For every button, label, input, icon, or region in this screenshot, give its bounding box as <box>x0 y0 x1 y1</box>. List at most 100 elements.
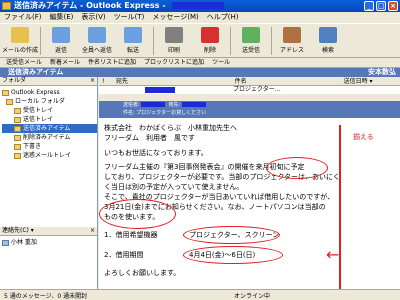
trash-icon <box>14 134 21 141</box>
menu-file[interactable]: ファイル(F) <box>4 12 42 23</box>
col-to[interactable]: 宛先 <box>116 77 235 85</box>
folder-outlook-express[interactable]: Outlook Express <box>2 88 97 97</box>
menu-message[interactable]: メッセージ(M) <box>152 12 198 23</box>
col-sent-date[interactable]: 送信日時 ▾ <box>344 77 400 85</box>
col-priority[interactable]: ! <box>99 77 116 85</box>
compose-label: メールの作成 <box>2 47 39 54</box>
link-bar: 送受信メール 新着メール 件名リストに追加 プロックリストに追加 ツール <box>0 58 400 68</box>
menu-tools[interactable]: ツール(T) <box>114 12 145 23</box>
reply-all-button[interactable]: 全員へ返信 <box>79 24 115 57</box>
link-add-list[interactable]: 件名リストに追加 <box>86 58 138 67</box>
link-tools[interactable]: ツール <box>210 58 232 67</box>
body-line: いつもお世話になっております。 <box>104 149 208 157</box>
reply-label: 返信 <box>54 47 67 54</box>
window-title: 送信済みアイテム - Outlook Express - <box>14 1 166 10</box>
sent-icon <box>14 125 21 132</box>
junk-icon <box>14 152 21 159</box>
redacted-block <box>145 87 175 93</box>
message-subject: プロジェクター… <box>233 86 281 93</box>
toolbar-divider <box>40 27 41 55</box>
circle-annotation <box>266 157 328 179</box>
find-label: 検索 <box>321 47 334 54</box>
preview-from-row: 送信者: 宛先: <box>123 101 400 109</box>
folder-label: 迷惑メールトレイ <box>23 152 72 159</box>
folder-junk[interactable]: 迷惑メールトレイ <box>2 151 97 160</box>
body-line: 1．借用希望機器 <box>104 231 158 239</box>
menu-view[interactable]: 表示(V) <box>81 12 105 23</box>
close-button[interactable]: × <box>388 1 398 11</box>
reply-all-label: 全員へ返信 <box>81 47 112 54</box>
menu-edit[interactable]: 編集(E) <box>50 12 74 23</box>
address-book-label: アドレス <box>279 47 304 54</box>
toolbar-divider <box>230 27 231 55</box>
alignment-line <box>339 125 341 290</box>
redacted-block <box>141 102 166 107</box>
print-icon <box>165 27 183 43</box>
reply-all-icon <box>88 27 106 43</box>
print-button[interactable]: 印刷 <box>156 24 192 57</box>
preview-subject: 件名: プロジェクターお貸しください <box>123 110 207 116</box>
find-button[interactable]: 検索 <box>310 24 346 57</box>
contact-icon <box>2 239 9 246</box>
delete-icon <box>201 27 219 43</box>
folder-label: ローカル フォルダ <box>15 98 65 105</box>
status-online: オンライン中 <box>234 293 271 300</box>
toolbar-divider <box>153 27 154 55</box>
folder-label: 受信トレイ <box>23 107 54 114</box>
folder-local[interactable]: ローカル フォルダ <box>2 97 97 106</box>
col-subject[interactable]: 件名 <box>235 77 344 85</box>
folder-icon <box>6 98 13 105</box>
delete-button[interactable]: 削除 <box>192 24 228 57</box>
folder-label: 送信トレイ <box>23 116 54 123</box>
left-arrow-icon: ← <box>326 245 340 264</box>
body-line: 株式会社 わかばくらぶ 小林重加先生へ <box>104 124 237 132</box>
send-receive-icon <box>242 27 260 43</box>
folder-drafts[interactable]: 下書き <box>2 142 97 151</box>
preview-to-label: 宛先: <box>168 102 181 108</box>
status-count: 5 通のメッセージ、0 通未開封 <box>4 293 88 300</box>
inbox-icon <box>14 107 21 114</box>
folder-pane-header: フォルダ × <box>0 77 97 86</box>
send-receive-label: 送受信 <box>241 47 260 54</box>
send-receive-button[interactable]: 送受信 <box>233 24 269 57</box>
maximize-button[interactable]: □ <box>376 1 386 11</box>
forward-button[interactable]: 転送 <box>115 24 151 57</box>
folder-sent[interactable]: 送信済みアイテム <box>2 124 97 133</box>
preview-from-label: 送信者: <box>123 102 140 108</box>
link-send-receive[interactable]: 送受信メール <box>4 58 44 67</box>
link-block-list[interactable]: プロックリストに追加 <box>142 58 206 67</box>
redacted-block <box>181 102 206 107</box>
circle-annotation <box>183 226 280 244</box>
folder-tree: Outlook Express ローカル フォルダ 受信トレイ 送信トレイ 送信… <box>0 86 97 160</box>
contacts-list: 小林 重加 <box>0 236 97 247</box>
folder-inbox[interactable]: 受信トレイ <box>2 106 97 115</box>
link-new-mail[interactable]: 新着メール <box>48 58 82 67</box>
folder-deleted[interactable]: 削除済みアイテム <box>2 133 97 142</box>
close-icon[interactable]: × <box>90 227 95 235</box>
user-name: 安本数弘 <box>368 68 396 76</box>
minimize-button[interactable]: _ <box>364 1 374 11</box>
outbox-icon <box>14 116 21 123</box>
body-line: よろしくお願いします。 <box>104 269 181 277</box>
print-label: 印刷 <box>167 47 180 54</box>
folder-label: 削除済みアイテム <box>23 134 71 141</box>
menu-help[interactable]: ヘルプ(H) <box>207 12 239 23</box>
drafts-icon <box>14 143 21 150</box>
close-icon[interactable]: × <box>90 77 95 85</box>
folder-outbox[interactable]: 送信トレイ <box>2 115 97 124</box>
body-line: フリーダム 利用者 風です <box>104 134 195 142</box>
folder-label: 送信済みアイテム <box>23 125 71 132</box>
contact-item[interactable]: 小林 重加 <box>2 238 97 247</box>
compose-button[interactable]: メールの作成 <box>2 24 38 57</box>
delete-label: 削除 <box>203 47 216 54</box>
folder-label: Outlook Express <box>11 89 60 96</box>
folder-header: 送信済みアイテム 安本数弘 <box>0 68 400 77</box>
address-book-button[interactable]: アドレス <box>274 24 310 57</box>
contacts-title[interactable]: 連絡先(C) ▾ <box>2 227 34 234</box>
find-icon <box>319 27 337 43</box>
reply-button[interactable]: 返信 <box>43 24 79 57</box>
body-line: く当日は別の予定が入っていて使えません。 <box>104 183 244 191</box>
preview-header: 送信者: 宛先: 件名: プロジェクターお貸しください <box>99 101 400 118</box>
message-row[interactable]: プロジェクター… <box>99 86 400 94</box>
toolbar: メールの作成 返信 全員へ返信 転送 印刷 削除 送受信 アドレス 検索 <box>0 23 400 58</box>
